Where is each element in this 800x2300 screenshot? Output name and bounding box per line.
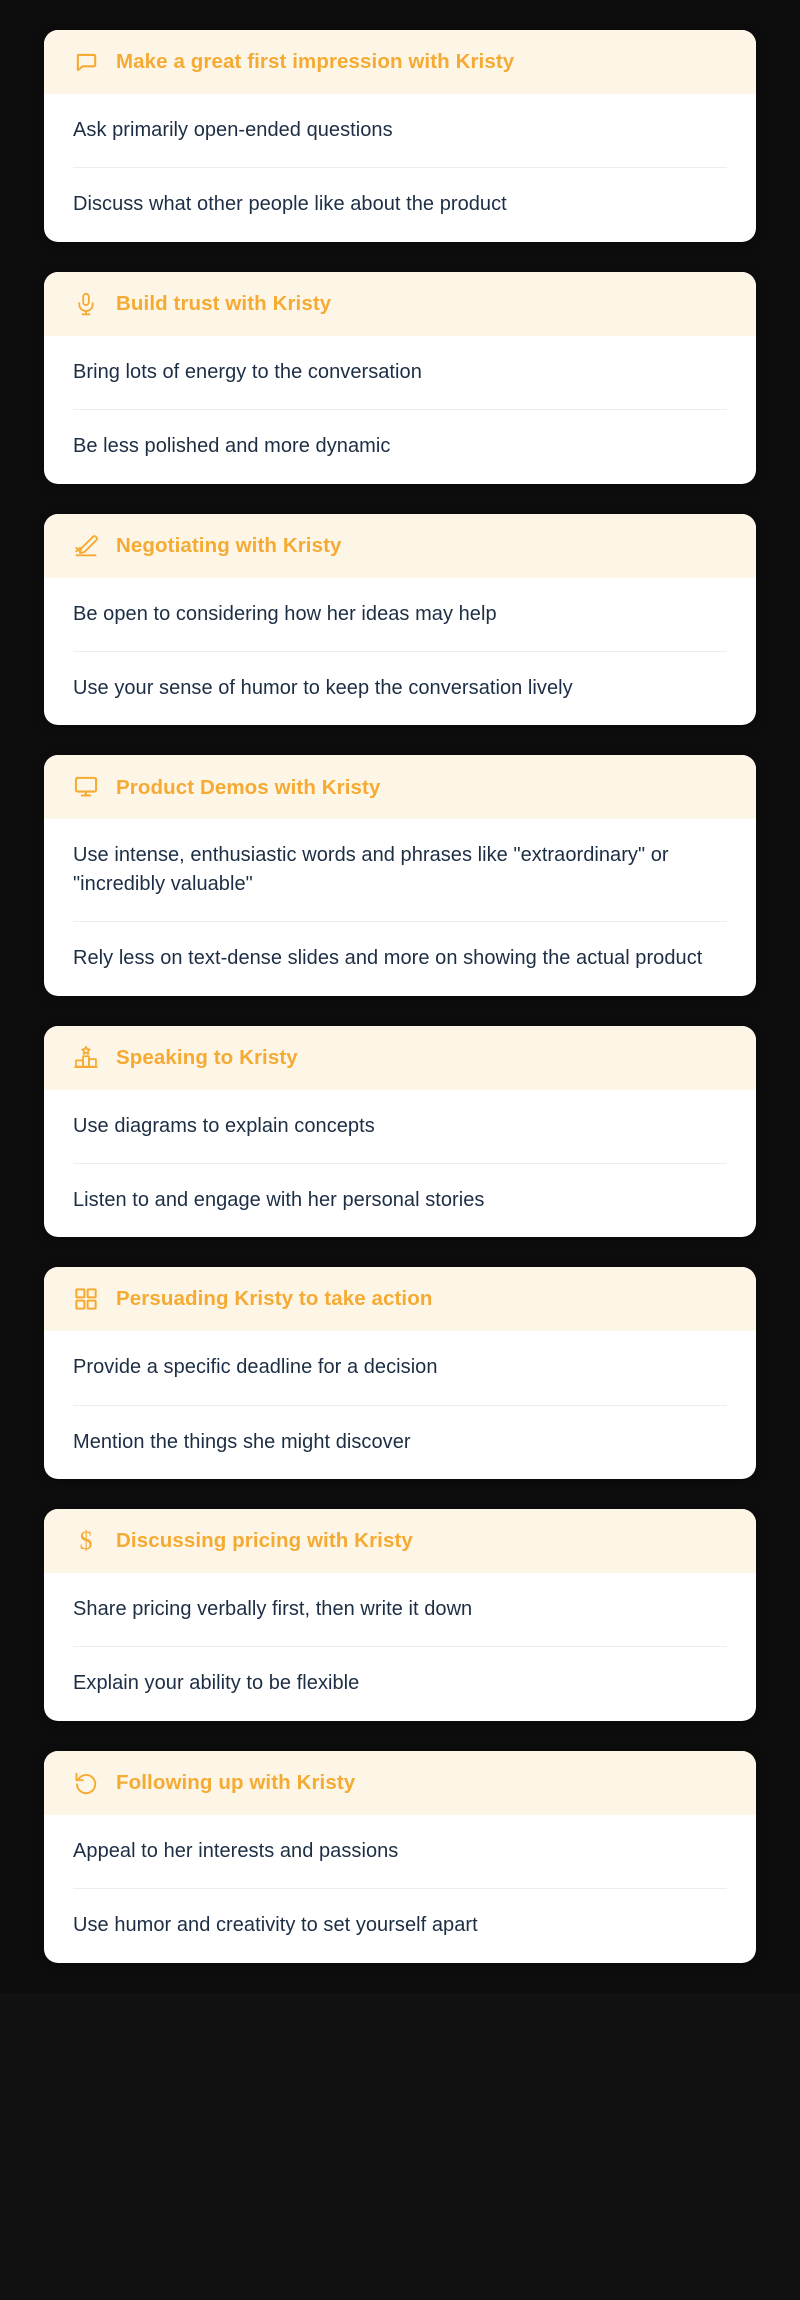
- advice-card: Speaking to Kristy Use diagrams to explai…: [44, 1025, 756, 1238]
- advice-item: Share pricing verbally first, then write…: [73, 1598, 473, 1621]
- advice-card: Product Demos with Kristy Use intense, en…: [44, 755, 756, 996]
- advice-item: Explain your ability to be flexible: [73, 1646, 727, 1720]
- advice-item: Use humor and creativity to set yourself…: [73, 1888, 727, 1962]
- podium-star-icon: [73, 1045, 99, 1071]
- advice-item: Use your sense of humor to keep the conv…: [73, 650, 727, 725]
- advice-card: $ Discussing pricing with Kristy Share pri…: [44, 1509, 756, 1721]
- grid-four-icon: [73, 1286, 99, 1312]
- card-header: Persuading Kristy to take action: [44, 1267, 756, 1332]
- advice-item: Use diagrams to explain concepts: [73, 1114, 375, 1137]
- card-body: Use intense, enthusiastic words and phra…: [44, 819, 756, 995]
- card-body: Use diagrams to explain concepts Listen t…: [44, 1090, 756, 1238]
- advice-item: Use intense, enthusiastic words and phra…: [73, 844, 669, 895]
- card-header: Negotiating with Kristy: [44, 513, 756, 578]
- card-header: $ Discussing pricing with Kristy: [44, 1509, 756, 1574]
- card-header: Make a great first impression with Krist…: [44, 30, 756, 94]
- card-title: Build trust with Kristy: [116, 291, 332, 315]
- advice-card: Build trust with Kristy Bring lots of ene…: [44, 271, 756, 484]
- card-title: Make a great first impression with Krist…: [116, 50, 515, 74]
- card-title: Discussing pricing with Kristy: [116, 1529, 413, 1553]
- card-body: Be open to considering how her ideas may…: [44, 578, 756, 726]
- advice-card: Negotiating with Kristy Be open to consid…: [44, 513, 756, 726]
- signature-pen-icon: [73, 533, 99, 559]
- advice-item: Bring lots of energy to the conversation: [73, 360, 422, 383]
- card-header: Following up with Kristy: [44, 1750, 756, 1815]
- microphone-icon: [73, 291, 99, 317]
- advice-card: Make a great first impression with Krist…: [44, 30, 756, 242]
- advice-item: Appeal to her interests and passions: [73, 1839, 399, 1862]
- dollar-sign-icon: $: [79, 1526, 93, 1556]
- card-title: Negotiating with Kristy: [116, 533, 342, 557]
- card-body: Ask primarily open-ended questions Discus…: [44, 94, 756, 242]
- card-body: Provide a specific deadline for a decisi…: [44, 1331, 756, 1479]
- monitor-icon: [73, 774, 99, 800]
- card-title: Product Demos with Kristy: [116, 775, 381, 799]
- advice-card: Following up with Kristy Appeal to her in…: [44, 1750, 756, 1963]
- card-title: Following up with Kristy: [116, 1771, 356, 1795]
- advice-card-list: Make a great first impression with Krist…: [44, 30, 756, 1963]
- advice-item: Listen to and engage with her personal s…: [73, 1162, 727, 1237]
- advice-item: Be less polished and more dynamic: [73, 409, 727, 483]
- chat-bubble-icon: [73, 49, 99, 75]
- card-body: Share pricing verbally first, then write…: [44, 1573, 756, 1721]
- card-title: Speaking to Kristy: [116, 1045, 298, 1069]
- advice-item: Mention the things she might discover: [73, 1404, 727, 1479]
- advice-item: Discuss what other people like about the…: [73, 167, 727, 241]
- advice-item: Be open to considering how her ideas may…: [73, 602, 497, 625]
- card-header: Build trust with Kristy: [44, 271, 756, 336]
- card-body: Bring lots of energy to the conversation…: [44, 336, 756, 484]
- card-body: Appeal to her interests and passions Use …: [44, 1815, 756, 1963]
- advice-item: Rely less on text-dense slides and more …: [73, 921, 727, 995]
- card-title: Persuading Kristy to take action: [116, 1287, 433, 1311]
- card-header: Product Demos with Kristy: [44, 755, 756, 820]
- rotate-ccw-icon: [73, 1770, 99, 1796]
- advice-item: Ask primarily open-ended questions: [73, 119, 393, 141]
- card-header: Speaking to Kristy: [44, 1025, 756, 1090]
- advice-item: Provide a specific deadline for a decisi…: [73, 1356, 438, 1379]
- advice-card: Persuading Kristy to take action Provide …: [44, 1267, 756, 1480]
